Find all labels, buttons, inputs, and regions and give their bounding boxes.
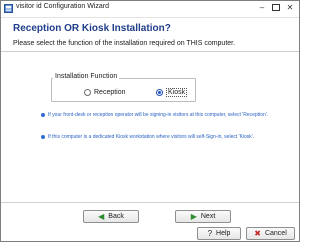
cancel-button-label: Cancel: [264, 230, 287, 237]
back-button-label: Back: [108, 213, 124, 220]
cancel-button[interactable]: ✖ Cancel: [246, 227, 295, 240]
reception-note: If your front-desk or reception operator…: [48, 112, 269, 118]
back-button[interactable]: ◀ Back: [83, 210, 139, 223]
next-button[interactable]: ▶ Next: [175, 210, 231, 223]
maximize-icon: [272, 4, 280, 12]
next-arrow-icon: ▶: [190, 212, 197, 221]
close-button[interactable]: ✕: [283, 2, 297, 14]
window-title: visitor id Configuration Wizard: [16, 3, 109, 10]
wizard-header: Reception OR Kiosk Installation? Please …: [1, 18, 299, 51]
help-icon: ?: [207, 229, 213, 238]
configuration-wizard-window: visitor id Configuration Wizard – ✕ Rece…: [0, 0, 300, 242]
note-bullet-icon: [41, 113, 45, 117]
page-subtitle: Please select the function of the instal…: [13, 40, 236, 47]
minimize-button[interactable]: –: [255, 2, 269, 14]
radio-reception-label: Reception: [94, 88, 126, 96]
radio-kiosk-label: Kiosk: [166, 87, 188, 97]
note-bullet-icon: [41, 135, 45, 139]
radio-kiosk-circle[interactable]: [156, 88, 163, 96]
radio-reception[interactable]: Reception: [84, 87, 126, 97]
visitor-id-app-icon: [4, 4, 13, 13]
page-title: Reception OR Kiosk Installation?: [13, 23, 171, 34]
kiosk-note: If this computer is a dedicated Kiosk wo…: [48, 134, 255, 140]
radio-reception-circle[interactable]: [84, 88, 91, 96]
cancel-icon: ✖: [254, 229, 261, 238]
header-divider: [1, 51, 299, 52]
back-arrow-icon: ◀: [98, 212, 105, 221]
installation-function-legend: Installation Function: [53, 73, 120, 80]
help-button[interactable]: ? Help: [197, 227, 241, 240]
help-button-label: Help: [216, 230, 231, 237]
next-button-label: Next: [200, 213, 216, 220]
maximize-button[interactable]: [269, 2, 283, 14]
title-bar[interactable]: visitor id Configuration Wizard – ✕: [1, 1, 299, 18]
radio-kiosk[interactable]: Kiosk: [156, 87, 188, 97]
